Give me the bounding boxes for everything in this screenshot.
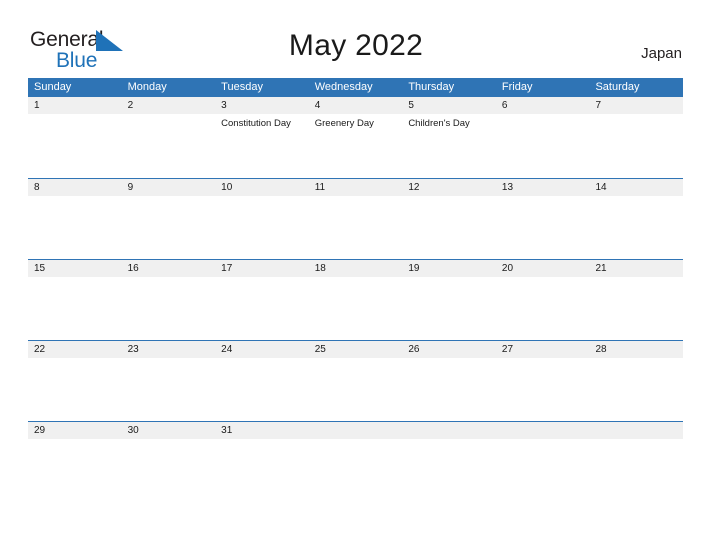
day-number: 29	[34, 425, 46, 436]
day-number: 6	[501, 100, 508, 111]
day-number: 16	[127, 263, 139, 274]
day-cell[interactable]: 7	[589, 97, 683, 178]
dow-sunday: Sunday	[34, 81, 72, 93]
day-cell[interactable]: 28	[589, 341, 683, 421]
day-number: 2	[127, 100, 134, 111]
day-number: 27	[501, 344, 514, 355]
day-cell[interactable]: 26	[402, 341, 496, 421]
week-row: 29 30 31	[28, 421, 683, 451]
day-cell[interactable]: 30	[122, 422, 216, 451]
day-cell[interactable]: 4 Greenery Day	[309, 97, 403, 178]
day-number: 11	[314, 182, 326, 193]
day-number: 1	[34, 100, 40, 111]
day-cell[interactable]: 17	[215, 260, 309, 340]
day-cell[interactable]: 31	[215, 422, 309, 451]
day-number: 26	[408, 344, 420, 355]
day-number: 19	[408, 263, 420, 274]
day-number: 28	[595, 344, 607, 355]
dow-friday: Friday	[501, 81, 533, 93]
day-number: 24	[221, 344, 233, 355]
day-number: 25	[314, 344, 326, 355]
day-number: 31	[221, 425, 233, 436]
day-event: Constitution Day	[221, 118, 291, 129]
day-cell[interactable]: 27	[496, 341, 590, 421]
day-cell	[496, 422, 590, 451]
day-cell[interactable]: 1	[28, 97, 122, 178]
day-cell[interactable]: 19	[402, 260, 496, 340]
day-cell[interactable]: 15	[28, 260, 122, 340]
day-number: 14	[595, 182, 607, 193]
week-row: 1 2 3 Constitution Day 4 Greenery Day 5 …	[28, 97, 683, 178]
day-cell[interactable]: 5 Children's Day	[402, 97, 496, 178]
day-cell[interactable]: 13	[496, 179, 590, 259]
day-cell[interactable]: 14	[589, 179, 683, 259]
dow-wednesday: Wednesday	[314, 81, 373, 93]
day-number: 30	[127, 425, 139, 436]
day-cell[interactable]: 29	[28, 422, 122, 451]
day-cell[interactable]: 23	[122, 341, 216, 421]
dow-saturday: Saturday	[595, 81, 640, 93]
day-number: 4	[314, 100, 321, 111]
week-row: 22 23 24 25 26 27 28	[28, 340, 683, 421]
day-cell	[402, 422, 496, 451]
day-cell[interactable]: 8	[28, 179, 122, 259]
day-number: 3	[221, 100, 227, 111]
day-cell[interactable]: 22	[28, 341, 122, 421]
day-number: 7	[595, 100, 602, 111]
day-number: 18	[314, 263, 326, 274]
day-event: Children's Day	[408, 118, 470, 129]
day-number: 21	[595, 263, 607, 274]
week-row: 8 9 10 11 12 13 14	[28, 178, 683, 259]
day-event: Greenery Day	[314, 118, 374, 129]
day-cell[interactable]: 21	[589, 260, 683, 340]
day-cell[interactable]: 25	[309, 341, 403, 421]
day-number: 17	[221, 263, 233, 274]
day-cell[interactable]: 24	[215, 341, 309, 421]
day-number: 9	[127, 182, 134, 193]
dow-monday: Monday	[127, 81, 167, 93]
day-of-week-header: Sunday Monday Tuesday Wednesday Thursday…	[28, 78, 683, 97]
day-cell[interactable]: 10	[215, 179, 309, 259]
week-row: 15 16 17 18 19 20 21	[28, 259, 683, 340]
page-title: May 2022	[288, 29, 424, 62]
day-cell[interactable]: 2	[122, 97, 216, 178]
day-number: 20	[501, 263, 514, 274]
day-cell	[309, 422, 403, 451]
day-number: 12	[408, 182, 420, 193]
day-number: 15	[34, 263, 46, 274]
day-cell[interactable]: 9	[122, 179, 216, 259]
day-number: 5	[408, 100, 414, 111]
day-cell[interactable]: 16	[122, 260, 216, 340]
day-cell[interactable]: 18	[309, 260, 403, 340]
day-cell[interactable]: 11	[309, 179, 403, 259]
day-cell[interactable]: 12	[402, 179, 496, 259]
day-number: 10	[221, 182, 233, 193]
day-number: 8	[34, 182, 40, 193]
country-label: Japan	[641, 45, 682, 62]
day-cell	[589, 422, 683, 451]
calendar-grid: Sunday Monday Tuesday Wednesday Thursday…	[28, 78, 683, 451]
day-cell[interactable]: 20	[496, 260, 590, 340]
day-number: 23	[127, 344, 139, 355]
day-number: 22	[34, 344, 46, 355]
dow-tuesday: Tuesday	[221, 81, 263, 93]
day-number: 13	[501, 182, 514, 193]
page-header: General Blue May 2022 Japan	[0, 0, 712, 78]
day-cell[interactable]: 6	[496, 97, 590, 178]
dow-thursday: Thursday	[408, 81, 455, 93]
day-cell[interactable]: 3 Constitution Day	[215, 97, 309, 178]
